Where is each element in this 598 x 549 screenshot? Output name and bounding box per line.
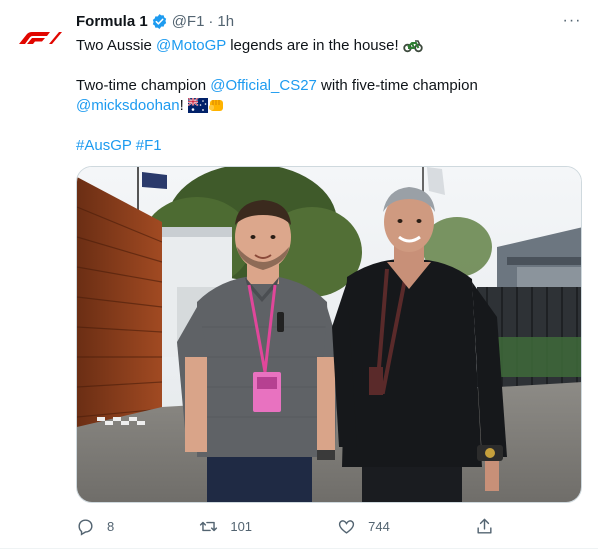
tweet-card[interactable]: Formula 1 @F1 · 1h ··· Two Aussie @MotoG…: [0, 0, 598, 549]
photo-two-men-illustration: [77, 167, 581, 502]
author-handle[interactable]: @F1: [172, 13, 205, 30]
text-segment: !: [179, 97, 188, 114]
text-segment: Two-time champion: [76, 77, 211, 94]
heart-icon: [339, 519, 355, 534]
hashtag-ausgp[interactable]: #AusGP: [76, 137, 132, 154]
reply-icon: [78, 518, 93, 536]
reply-button[interactable]: 8: [76, 517, 114, 536]
text-segment: legends are in the house!: [226, 37, 403, 54]
retweet-button[interactable]: 101: [199, 517, 252, 536]
tweet-time[interactable]: 1h: [217, 13, 234, 30]
more-options-icon[interactable]: ···: [562, 10, 582, 32]
verified-badge-icon: [152, 13, 166, 29]
like-count: 744: [368, 518, 390, 534]
australia-flag-emoji: [187, 98, 208, 113]
tweet-header: Formula 1 @F1 · 1h ···: [76, 10, 582, 32]
reply-count: 8: [107, 518, 115, 534]
tweet-line-1: Two Aussie @MotoGP legends are in the ho…: [76, 36, 582, 56]
author-name[interactable]: Formula 1: [76, 13, 148, 30]
mention-motogp[interactable]: @MotoGP: [156, 37, 226, 54]
mention-micksdoohan[interactable]: @micksdoohan: [76, 97, 180, 114]
text-segment: Two Aussie: [76, 37, 157, 54]
share-icon: [477, 518, 492, 534]
tweet-line-2: Two-time champion @Official_CS27 with fi…: [76, 76, 582, 96]
mention-official-cs27[interactable]: @Official_CS27: [210, 77, 317, 94]
tweet-hashtags: #AusGP #F1: [76, 136, 582, 156]
retweet-count: 101: [230, 518, 253, 534]
separator-dot: ·: [208, 12, 214, 30]
f1-logo-icon: [19, 32, 62, 44]
tweet-photo[interactable]: [76, 166, 582, 503]
tweet-text: Two Aussie @MotoGP legends are in the ho…: [76, 36, 582, 156]
share-button[interactable]: [475, 517, 506, 536]
tweet-actions: 8 101 744: [76, 512, 506, 540]
tweet-line-3: @micksdoohan!: [76, 96, 582, 116]
f1-logo-avatar[interactable]: [16, 22, 64, 54]
retweet-icon: [200, 521, 218, 531]
like-button[interactable]: 744: [337, 517, 390, 536]
hashtag-f1[interactable]: #F1: [136, 137, 162, 154]
motorcycle-emoji: [403, 40, 423, 53]
fist-bump-emoji: [208, 100, 223, 111]
text-segment: with five-time champion: [316, 77, 478, 94]
